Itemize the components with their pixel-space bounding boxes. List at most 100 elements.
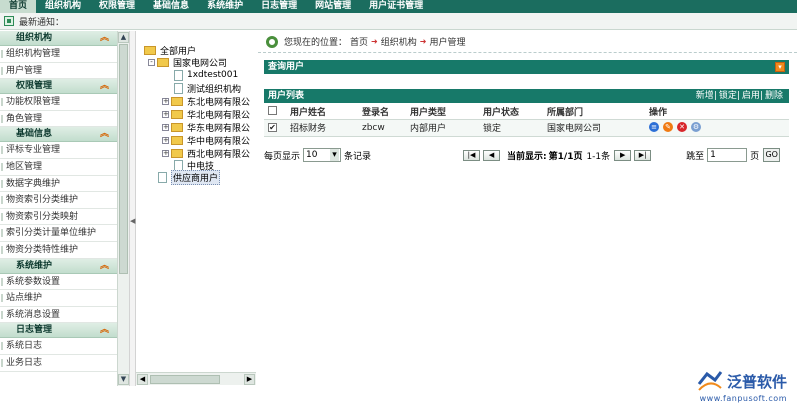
folder-icon — [171, 148, 183, 158]
sidebar-item-index-map[interactable]: 物资索引分类映射 — [0, 209, 117, 226]
edit-icon[interactable]: ✎ — [663, 122, 673, 133]
collapse-icon[interactable]: - — [148, 58, 155, 66]
tree-node-company[interactable]: - 国家电网公司 — [148, 56, 227, 69]
collapse-arrow-icon[interactable]: ◀ — [130, 217, 135, 225]
go-button[interactable]: GO — [763, 148, 781, 162]
sidebar-group-org[interactable]: 组织机构 ︽ — [0, 31, 117, 46]
first-page-button[interactable]: |◀ — [463, 149, 481, 161]
nav-log[interactable]: 日志管理 — [252, 0, 306, 13]
sidebar-group-log[interactable]: 日志管理 ︽ — [0, 323, 117, 339]
sidebar-item-feature[interactable]: 物资分类特性维护 — [0, 242, 117, 259]
sidebar-item-bizlog[interactable]: 业务日志 — [0, 355, 117, 372]
prev-page-button[interactable]: ◀ — [483, 149, 501, 161]
query-panel-header[interactable]: 查询用户 ▾ — [264, 60, 789, 74]
delete-button[interactable]: 删除 — [765, 91, 783, 101]
scroll-left-icon[interactable]: ◀ — [137, 374, 148, 385]
tree-node-child[interactable]: 测试组织机构 — [174, 82, 241, 95]
sidebar-item-user-manage[interactable]: 用户管理 — [0, 63, 117, 80]
sidebar-item-params[interactable]: 系统参数设置 — [0, 274, 117, 291]
tree-node-supplier[interactable]: 供应商用户 — [158, 169, 221, 185]
nav-basic-info[interactable]: 基础信息 — [144, 0, 198, 13]
collapse-icon[interactable]: ︽ — [100, 323, 109, 338]
tree-label: 华中电网有限公 — [187, 136, 251, 147]
expand-icon[interactable]: + — [162, 110, 169, 118]
nav-system[interactable]: 系统维护 — [198, 0, 252, 13]
tree-node-child[interactable]: 1xdtest001 — [174, 69, 238, 81]
tree-node-child[interactable]: + 西北电网有限公 — [162, 147, 250, 160]
expand-icon[interactable]: ▾ — [775, 62, 785, 72]
tree-node-root[interactable]: 全部用户 — [144, 44, 196, 57]
sidebar-item-role[interactable]: 角色管理 — [0, 111, 117, 128]
panel-divider[interactable]: ◀ — [129, 31, 136, 386]
logo-text: 泛普软件 — [726, 372, 787, 391]
scroll-thumb[interactable] — [119, 44, 128, 274]
notice-icon — [4, 16, 14, 26]
nav-home[interactable]: 首页 — [0, 0, 37, 13]
sidebar-item-unit[interactable]: 索引分类计量单位维护 — [0, 225, 117, 242]
arrow-icon: ➜ — [371, 37, 378, 46]
sidebar-item-eval[interactable]: 评标专业管理 — [0, 142, 117, 159]
gear-icon — [266, 35, 278, 48]
tree-label: 华北电网有限公 — [187, 110, 251, 121]
scroll-right-icon[interactable]: ▶ — [244, 374, 255, 385]
collapse-icon[interactable]: ︽ — [100, 127, 109, 142]
sidebar-item-index-class[interactable]: 物资索引分类维护 — [0, 192, 117, 209]
tree-label: 华东电网有限公 — [187, 123, 251, 134]
main-content: 您现在的位置： 首页 ➜ 组织机构 ➜ 用户管理 查询用户 ▾ 用户列表 新增| 锁定… — [258, 31, 797, 403]
tree-hscrollbar[interactable]: ◀ ▶ — [136, 372, 256, 385]
tree-node-child[interactable]: + 东北电网有限公 — [162, 95, 250, 108]
document-icon — [174, 69, 183, 81]
sidebar-item-site[interactable]: 站点维护 — [0, 290, 117, 307]
nav-permission[interactable]: 权限管理 — [90, 0, 144, 13]
next-page-button[interactable]: ▶ — [614, 149, 632, 161]
cell-type: 内部用户 — [406, 119, 479, 137]
nav-certificate[interactable]: 用户证书管理 — [360, 0, 432, 13]
sidebar-item-org-manage[interactable]: 组织机构管理 — [0, 46, 117, 63]
sidebar-item-syslog[interactable]: 系统日志 — [0, 338, 117, 355]
cell-name: 招标财务 — [286, 119, 358, 137]
scroll-down-icon[interactable]: ▼ — [118, 374, 129, 385]
scroll-up-icon[interactable]: ▲ — [118, 32, 129, 43]
row-select[interactable]: ✔ — [264, 119, 286, 137]
tree-node-child[interactable]: + 华中电网有限公 — [162, 134, 251, 147]
org-tree: 全部用户 - 国家电网公司 1xdtest001 测试组织机构 + 东北电网有限公 … — [136, 31, 256, 372]
add-button[interactable]: 新增 — [696, 91, 714, 101]
per-page-select[interactable]: 10 — [303, 148, 342, 162]
sidebar-group-basic[interactable]: 基础信息 ︽ — [0, 127, 117, 143]
settings-icon[interactable]: ⚙ — [691, 122, 701, 133]
expand-icon[interactable]: + — [162, 97, 169, 105]
enable-button[interactable]: 启用 — [742, 91, 760, 101]
select-all-header[interactable] — [264, 104, 286, 120]
sidebar-item-region[interactable]: 地区管理 — [0, 159, 117, 176]
collapse-icon[interactable]: ︽ — [100, 79, 109, 94]
expand-icon[interactable]: + — [162, 136, 169, 144]
goto-page-input[interactable]: 1 — [707, 148, 748, 162]
view-icon[interactable]: ≡ — [649, 122, 659, 133]
expand-icon[interactable]: + — [162, 149, 169, 157]
collapse-icon[interactable]: ︽ — [100, 31, 109, 46]
folder-icon — [144, 45, 156, 55]
sidebar-item-message[interactable]: 系统消息设置 — [0, 307, 117, 324]
sidebar-item-func-permission[interactable]: 功能权限管理 — [0, 94, 117, 111]
collapse-icon[interactable]: ︽ — [100, 259, 109, 274]
lock-button[interactable]: 锁定 — [719, 91, 737, 101]
sidebar-scrollbar[interactable]: ▲ ▼ — [117, 31, 129, 386]
arrow-icon: ➜ — [419, 37, 427, 46]
row-checkbox[interactable]: ✔ — [268, 122, 277, 132]
nav-website[interactable]: 网站管理 — [306, 0, 360, 13]
last-page-button[interactable]: ▶| — [634, 149, 652, 161]
select-all-checkbox[interactable] — [268, 106, 277, 116]
tree-node-child[interactable]: + 华北电网有限公 — [162, 108, 251, 121]
tree-node-child[interactable]: + 华东电网有限公 — [162, 121, 251, 134]
sidebar-item-dict[interactable]: 数据字典维护 — [0, 176, 117, 193]
nav-org[interactable]: 组织机构 — [36, 0, 90, 13]
folder-icon — [171, 135, 183, 145]
sidebar-group-system[interactable]: 系统维护 ︽ — [0, 258, 117, 274]
scroll-thumb[interactable] — [150, 375, 220, 384]
expand-icon[interactable]: + — [162, 123, 169, 131]
breadcrumb-org[interactable]: 组织机构 — [381, 35, 417, 48]
delete-icon[interactable]: ✕ — [677, 122, 687, 133]
cell-ops: ≡ ✎ ✕ ⚙ — [645, 119, 789, 137]
sidebar-group-permission[interactable]: 权限管理 ︽ — [0, 79, 117, 95]
breadcrumb-home[interactable]: 首页 — [350, 35, 368, 48]
